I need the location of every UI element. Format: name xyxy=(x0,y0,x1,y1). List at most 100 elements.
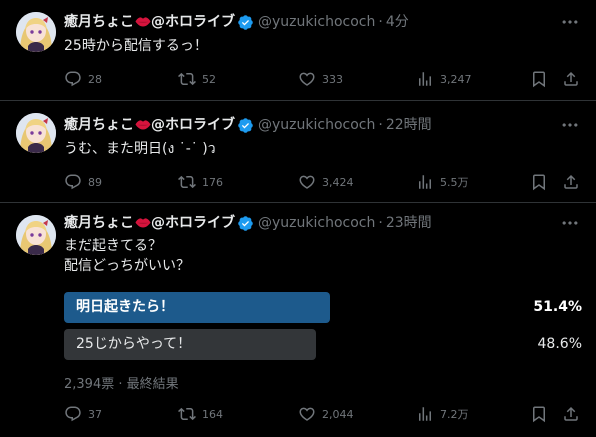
avatar[interactable] xyxy=(16,113,56,153)
views-button[interactable]: 5.5万 xyxy=(416,172,469,192)
poll-option-percent: 51.4% xyxy=(533,299,582,315)
lips-emoji-icon xyxy=(135,119,151,131)
reply-button[interactable]: 89 xyxy=(64,172,102,192)
retweet-icon xyxy=(178,70,196,88)
retweet-count: 52 xyxy=(202,72,216,86)
poll-option-label: 明日起きたら！ xyxy=(76,299,174,315)
separator-dot: · xyxy=(378,215,383,231)
avatar-image xyxy=(16,215,56,255)
heart-icon xyxy=(298,173,316,191)
share-button[interactable] xyxy=(562,404,580,424)
retweet-button[interactable]: 176 xyxy=(178,172,223,192)
handle[interactable]: @yuzukichococh xyxy=(258,115,375,135)
view-count: 7.2万 xyxy=(440,408,469,421)
timestamp[interactable]: 23時間 xyxy=(386,213,432,233)
view-count: 3,247 xyxy=(440,72,472,86)
views-button[interactable]: 3,247 xyxy=(416,69,472,89)
poll-option-bar: 明日起きたら！ xyxy=(64,292,330,323)
poll-vote-count: 2,394票 xyxy=(64,377,115,392)
tweet-3[interactable]: 癒月ちょこ @ホロライブ @yuzukichococh · 23時間 まだ起きて… xyxy=(0,203,596,437)
retweet-icon xyxy=(178,405,196,423)
avatar[interactable] xyxy=(16,215,56,255)
verified-badge-icon[interactable] xyxy=(237,117,254,134)
bookmark-icon xyxy=(530,70,548,88)
reply-icon xyxy=(64,173,82,191)
retweet-icon xyxy=(178,173,196,191)
share-icon xyxy=(562,173,580,191)
retweet-button[interactable]: 164 xyxy=(178,404,223,424)
share-button[interactable] xyxy=(562,69,580,89)
separator-dot: · xyxy=(378,117,383,133)
reply-count: 37 xyxy=(88,407,102,421)
tweet-text: 25時から配信するっ！ xyxy=(64,38,208,54)
views-button[interactable]: 7.2万 xyxy=(416,404,469,424)
tweet-actions: 89 176 3,424 5.5万 xyxy=(64,172,584,192)
bookmark-button[interactable] xyxy=(530,69,548,89)
more-icon[interactable] xyxy=(560,115,580,135)
retweet-button[interactable]: 52 xyxy=(178,69,216,89)
like-count: 3,424 xyxy=(322,175,354,189)
like-button[interactable]: 3,424 xyxy=(298,172,354,192)
like-button[interactable]: 2,044 xyxy=(298,404,354,424)
display-name[interactable]: 癒月ちょこ xyxy=(64,213,134,233)
view-count: 5.5万 xyxy=(440,176,469,189)
separator-dot: · xyxy=(378,14,383,30)
share-button[interactable] xyxy=(562,172,580,192)
reply-count: 89 xyxy=(88,175,102,189)
poll-option-label: 25じからやって！ xyxy=(76,336,192,352)
verified-badge-icon[interactable] xyxy=(237,14,254,31)
avatar-image xyxy=(16,113,56,153)
like-count: 2,044 xyxy=(322,407,354,421)
poll-option-percent: 48.6% xyxy=(537,336,582,352)
display-name[interactable]: 癒月ちょこ xyxy=(64,115,134,135)
more-icon[interactable] xyxy=(560,12,580,32)
tweet-header: 癒月ちょこ @ホロライブ @yuzukichococh · 23時間 xyxy=(64,213,432,233)
reply-icon xyxy=(64,405,82,423)
poll-option-bar: 25じからやって！ xyxy=(64,329,316,360)
retweet-count: 164 xyxy=(202,407,223,421)
bookmark-button[interactable] xyxy=(530,172,548,192)
more-icon[interactable] xyxy=(560,213,580,233)
poll-meta: 2,394票 · 最終結果 xyxy=(64,373,179,392)
tweet-text: うむ、また明日(ง ˙-˙ )ว xyxy=(64,141,216,157)
like-count: 333 xyxy=(322,72,343,86)
bookmark-icon xyxy=(530,405,548,423)
avatar-image xyxy=(16,12,56,52)
lips-emoji-icon xyxy=(135,217,151,229)
verified-badge-icon[interactable] xyxy=(237,215,254,232)
reply-icon xyxy=(64,70,82,88)
like-button[interactable]: 333 xyxy=(298,69,343,89)
retweet-count: 176 xyxy=(202,175,223,189)
display-name-suffix[interactable]: @ホロライブ xyxy=(151,213,235,233)
reply-count: 28 xyxy=(88,72,102,86)
tweet-text: まだ起きてる？ 配信どっちがいい？ xyxy=(64,238,190,274)
lips-emoji-icon xyxy=(135,16,151,28)
bookmark-icon xyxy=(530,173,548,191)
tweet-header: 癒月ちょこ @ホロライブ @yuzukichococh · 4分 xyxy=(64,12,409,32)
bookmark-button[interactable] xyxy=(530,404,548,424)
views-icon xyxy=(416,70,434,88)
poll-status: 最終結果 xyxy=(126,377,179,392)
views-icon xyxy=(416,173,434,191)
display-name[interactable]: 癒月ちょこ xyxy=(64,12,134,32)
reply-button[interactable]: 28 xyxy=(64,69,102,89)
views-icon xyxy=(416,405,434,423)
tweet-1[interactable]: 癒月ちょこ @ホロライブ @yuzukichococh · 4分 25時から配信… xyxy=(0,0,596,100)
handle[interactable]: @yuzukichococh xyxy=(258,213,375,233)
share-icon xyxy=(562,405,580,423)
display-name-suffix[interactable]: @ホロライブ xyxy=(151,115,235,135)
heart-icon xyxy=(298,70,316,88)
tweet-actions: 28 52 333 3,247 xyxy=(64,69,584,89)
timestamp[interactable]: 22時間 xyxy=(386,115,432,135)
handle[interactable]: @yuzukichococh xyxy=(258,12,375,32)
tweet-header: 癒月ちょこ @ホロライブ @yuzukichococh · 22時間 xyxy=(64,115,432,135)
reply-button[interactable]: 37 xyxy=(64,404,102,424)
avatar[interactable] xyxy=(16,12,56,52)
tweet-actions: 37 164 2,044 7.2万 xyxy=(64,404,584,424)
tweet-2[interactable]: 癒月ちょこ @ホロライブ @yuzukichococh · 22時間 うむ、また… xyxy=(0,101,596,201)
heart-icon xyxy=(298,405,316,423)
share-icon xyxy=(562,70,580,88)
display-name-suffix[interactable]: @ホロライブ xyxy=(151,12,235,32)
timestamp[interactable]: 4分 xyxy=(386,12,409,32)
separator-dot: · xyxy=(118,377,123,392)
